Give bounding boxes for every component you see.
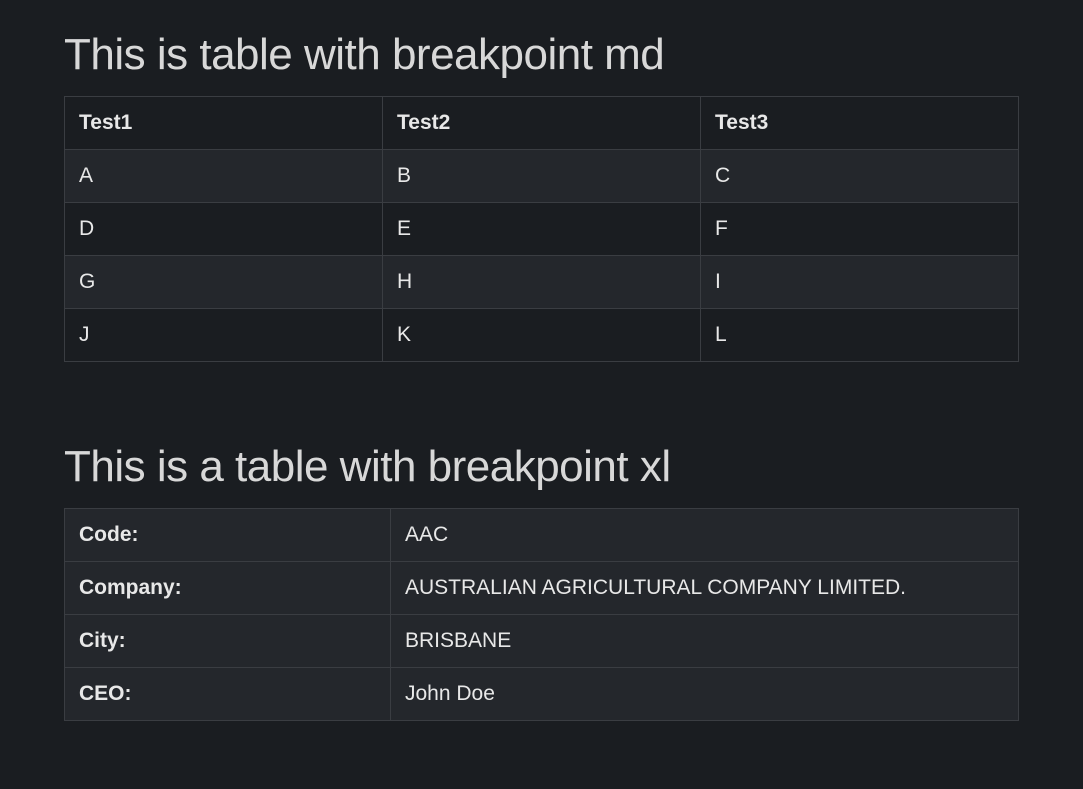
table-cell: C (701, 150, 1019, 203)
table-cell: B (383, 150, 701, 203)
table-row: A B C (65, 150, 1019, 203)
table-header-row: Test1 Test2 Test3 (65, 97, 1019, 150)
table-row: CEO: John Doe (65, 668, 1019, 721)
table-cell: E (383, 203, 701, 256)
table-cell: D (65, 203, 383, 256)
table-cell: K (383, 309, 701, 362)
table-label-cell: Code: (65, 509, 391, 562)
table-label-cell: City: (65, 615, 391, 668)
table-header-cell: Test1 (65, 97, 383, 150)
table-cell: L (701, 309, 1019, 362)
table-cell: G (65, 256, 383, 309)
table-cell: A (65, 150, 383, 203)
table-cell: J (65, 309, 383, 362)
table-cell: F (701, 203, 1019, 256)
table-header-cell: Test2 (383, 97, 701, 150)
table-xl: Code: AAC Company: AUSTRALIAN AGRICULTUR… (64, 508, 1019, 721)
table-header-cell: Test3 (701, 97, 1019, 150)
table-cell: H (383, 256, 701, 309)
table-label-cell: Company: (65, 562, 391, 615)
table-value-cell: AAC (391, 509, 1019, 562)
table-cell: I (701, 256, 1019, 309)
page-container: This is table with breakpoint md Test1 T… (0, 0, 1083, 751)
table-row: Code: AAC (65, 509, 1019, 562)
table-value-cell: AUSTRALIAN AGRICULTURAL COMPANY LIMITED. (391, 562, 1019, 615)
table-row: D E F (65, 203, 1019, 256)
table-row: J K L (65, 309, 1019, 362)
table-row: G H I (65, 256, 1019, 309)
table-row: City: BRISBANE (65, 615, 1019, 668)
table-label-cell: CEO: (65, 668, 391, 721)
table-md: Test1 Test2 Test3 A B C D E F G H I J (64, 96, 1019, 362)
table-value-cell: BRISBANE (391, 615, 1019, 668)
section-title-md: This is table with breakpoint md (64, 30, 1019, 80)
table-value-cell: John Doe (391, 668, 1019, 721)
table-row: Company: AUSTRALIAN AGRICULTURAL COMPANY… (65, 562, 1019, 615)
section-title-xl: This is a table with breakpoint xl (64, 442, 1019, 492)
